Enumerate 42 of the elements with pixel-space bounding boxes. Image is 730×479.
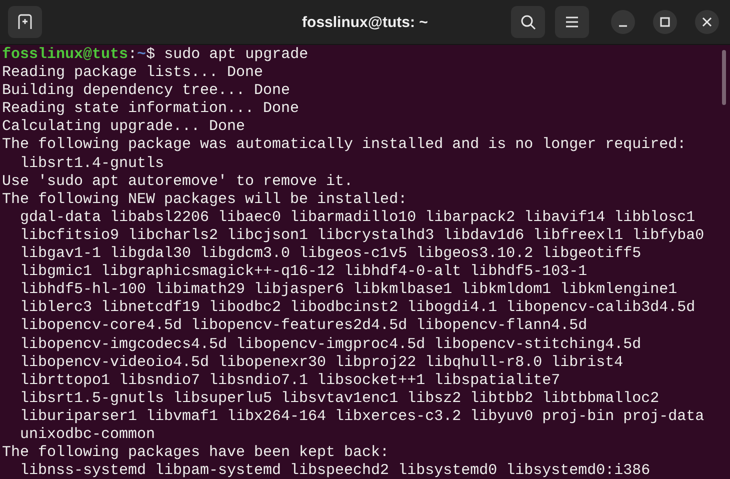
menu-icon (565, 16, 579, 28)
output-line: libopencv-videoio4.5d libopenexr30 libproj22 libqhull-r8.0 librist4 (19, 354, 624, 371)
prompt-path: ~ (137, 46, 146, 63)
new-tab-icon (17, 14, 33, 30)
output-line: libcfitsio9 libcharls2 libcjson1 libcrystalhd3 libdav1d6 libfreexl1 libfyba0 (19, 226, 704, 244)
output-line: Building dependency tree... Done (2, 82, 290, 100)
output-line: libsrt1.5-gnutls libsuperlu5 libsvtav1enc1 libsz2 libtbb2 libtbbmalloc2 (19, 390, 660, 407)
output-line: Reading state information... Done (2, 100, 300, 118)
output-line: libhdf5-hl-100 libimath29 libjasper6 libkmlbase1 libkmldom1 libkmlengine1 (19, 281, 678, 298)
output-line: unixodbc-common (19, 426, 156, 443)
prompt-separator: : (128, 46, 138, 63)
output-line: Calculating upgrade... Done (2, 118, 246, 136)
output-line: libgmic1 libgraphicsmagick++-q16-12 libhdf4-0-alt libhdf5-103-1 (19, 263, 588, 280)
output-line: liburiparser1 libvmaf1 libx264-164 libxerces-c3.2 libyuv0 proj-bin proj-data (19, 408, 704, 425)
minimize-button[interactable] (611, 10, 635, 34)
new-tab-button[interactable] (8, 6, 42, 38)
output-line: Use 'sudo apt autoremove' to remove it. (2, 172, 354, 190)
prompt-user-host: fosslinux@tuts (2, 46, 128, 63)
output-line: libopencv-core4.5d libopencv-features2d4.5d libopencv-flann4.5d (19, 317, 588, 334)
output-line: libopencv-imgcodecs4.5d libopencv-imgproc4.5d libopencv-stitching4.5d (19, 336, 642, 352)
search-icon (520, 14, 536, 30)
command-text: sudo apt upgrade (164, 46, 308, 63)
output-line: librttopo1 libsndio7 libsndio7.1 libsocket++1 libspatialite7 (19, 372, 560, 389)
window-title: fosslinux@tuts: ~ (301, 14, 429, 30)
maximize-button[interactable] (653, 10, 677, 34)
close-button[interactable] (695, 10, 719, 34)
output-line: The following package was automatically installed and is no longer required: (2, 136, 686, 154)
prompt-symbol: $ (146, 46, 156, 63)
output-line: The following packages have been kept back: (2, 444, 390, 462)
output-line: libsrt1.4-gnutls (19, 154, 164, 172)
scrollbar[interactable] (722, 50, 726, 105)
maximize-icon (660, 17, 670, 27)
output-line: Reading package lists... Done (2, 64, 264, 82)
output-line: libgav1-1 libgdal30 libgdcm3.0 libgeos-c1v5 libgeos3.10.2 libgeotiff5 (19, 245, 642, 262)
output-line: The following NEW packages will be installed: (2, 190, 408, 208)
output-line: libnss-systemd libpam-systemd libspeechd2 libsystemd0 libsystemd0:i386 (19, 462, 650, 479)
output-line: liblerc3 libnetcdf19 libodbc2 libodbcinst2 libogdi4.1 libopencv-calib3d4.5d (19, 299, 696, 316)
menu-button[interactable] (555, 6, 589, 38)
search-button[interactable] (511, 6, 545, 38)
minimize-icon (618, 25, 628, 27)
output-line: gdal-data libabsl2206 libaec0 libarmadillo10 libarpack2 libavif14 libblosc1 (19, 208, 696, 226)
close-icon (702, 17, 712, 27)
